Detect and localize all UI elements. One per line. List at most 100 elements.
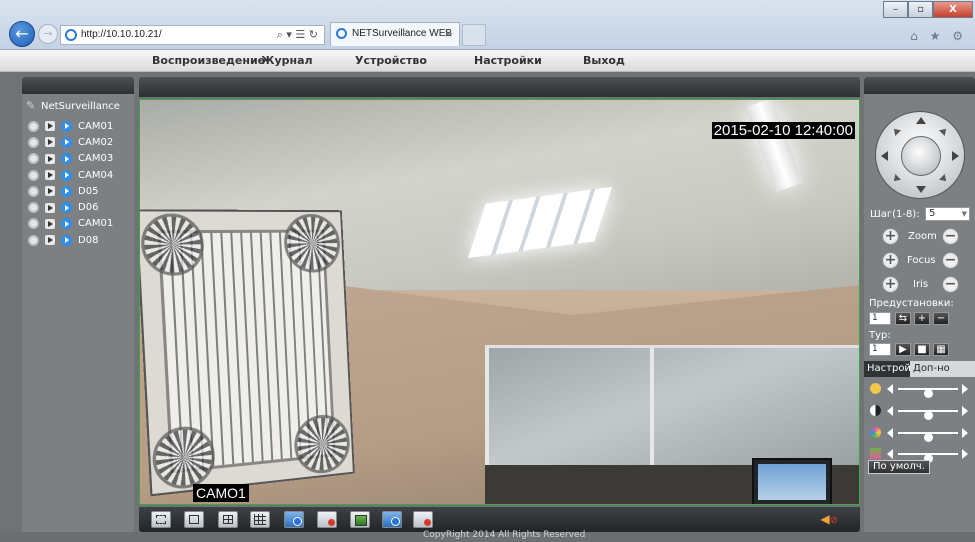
ptz-up-icon[interactable] (916, 117, 926, 124)
record-icon[interactable] (28, 185, 39, 197)
iris-open-button[interactable]: + (882, 276, 899, 293)
tour-input[interactable]: 1 (869, 343, 891, 356)
fullscreen-button[interactable] (151, 511, 171, 528)
ptz-down-right-icon[interactable] (939, 174, 949, 184)
minimize-button[interactable]: – (883, 1, 908, 18)
home-favorites-settings-icons[interactable]: ⌂ ★ ⚙ (910, 29, 967, 43)
slider-track[interactable] (898, 453, 958, 463)
slider-right-icon[interactable] (962, 384, 968, 394)
speaker-muted-icon[interactable]: ◀⊘ (820, 512, 838, 526)
play-icon[interactable] (45, 153, 55, 164)
preset-input[interactable]: 1 (869, 312, 891, 325)
stop-record-button[interactable] (317, 511, 337, 528)
iris-close-button[interactable]: − (942, 276, 959, 293)
tour-play-button[interactable]: ▶ (895, 343, 911, 356)
live-video-view[interactable]: 2015-02-10 12:40:00 CAMO1 (139, 99, 860, 505)
camera-open-icon[interactable] (61, 153, 72, 165)
ptz-right-icon[interactable] (952, 151, 959, 161)
record-icon[interactable] (28, 153, 39, 165)
record-icon[interactable] (28, 136, 39, 148)
play-icon[interactable] (45, 235, 55, 246)
record-icon[interactable] (28, 120, 39, 132)
camera-row[interactable]: CAM02 (28, 134, 113, 150)
camera-row[interactable]: D06 (28, 199, 113, 215)
camera-row[interactable]: CAM01 (28, 118, 113, 134)
ptz-left-icon[interactable] (881, 151, 888, 161)
menu-device[interactable]: Устройство (355, 54, 427, 67)
tour-grid-button[interactable]: ▦ (933, 343, 949, 356)
address-bar[interactable]: http://10.10.10.21/ ⌕ ▾ ☰ ↻ (60, 25, 325, 45)
tab-extra[interactable]: Доп-но (910, 361, 953, 377)
camera-row[interactable]: D05 (28, 183, 113, 199)
search-refresh-icons[interactable]: ⌕ ▾ ☰ ↻ (277, 28, 318, 42)
zoom-out-button[interactable]: − (942, 228, 959, 245)
zoom-in-button[interactable]: + (882, 228, 899, 245)
menu-log[interactable]: Журнал (261, 54, 313, 67)
talk-button[interactable] (382, 511, 402, 528)
camera-open-icon[interactable] (61, 202, 72, 214)
camera-row[interactable]: CAM03 (28, 151, 113, 167)
slider-right-icon[interactable] (962, 449, 968, 459)
snapshot-button[interactable] (350, 511, 370, 528)
ptz-up-right-icon[interactable] (939, 126, 949, 136)
play-icon[interactable] (45, 186, 55, 197)
back-button[interactable]: ← (9, 21, 35, 47)
camera-row[interactable]: CAM04 (28, 167, 113, 183)
tab-close-icon[interactable]: × (444, 27, 453, 40)
ptz-down-left-icon[interactable] (891, 174, 901, 184)
camera-row[interactable]: D08 (28, 232, 113, 248)
slider-thumb[interactable] (924, 433, 933, 442)
play-icon[interactable] (45, 218, 55, 229)
focus-out-button[interactable]: − (942, 252, 959, 269)
device-tree-root[interactable]: ✎ NetSurveillance (26, 100, 120, 112)
camera-open-icon[interactable] (61, 185, 72, 197)
ptz-center-button[interactable] (901, 136, 941, 176)
single-view-button[interactable] (184, 511, 204, 528)
camera-open-icon[interactable] (61, 136, 72, 148)
remove-preset-button[interactable]: − (933, 312, 949, 325)
slider-left-icon[interactable] (887, 428, 893, 438)
browser-tab[interactable]: NETSurveillance WEB × (330, 22, 460, 46)
slider-left-icon[interactable] (887, 449, 893, 459)
tour-stop-button[interactable]: ■ (914, 343, 930, 356)
record-icon[interactable] (28, 218, 39, 230)
hue-slider[interactable] (870, 448, 970, 463)
record-all-button[interactable] (284, 511, 304, 528)
slider-thumb[interactable] (924, 389, 933, 398)
slider-track[interactable] (898, 388, 958, 398)
record-icon[interactable] (28, 169, 39, 181)
camera-open-icon[interactable] (61, 120, 72, 132)
play-icon[interactable] (45, 202, 55, 213)
menu-exit[interactable]: Выход (583, 54, 625, 67)
slider-left-icon[interactable] (887, 384, 893, 394)
maximize-button[interactable]: ▫ (908, 1, 933, 18)
camera-row[interactable]: CAM01 (28, 216, 113, 232)
ptz-direction-pad[interactable] (875, 111, 965, 199)
slider-track[interactable] (898, 432, 958, 442)
menu-playback[interactable]: Воспроизведение (152, 54, 265, 67)
stop-talk-button[interactable] (413, 511, 433, 528)
ptz-down-icon[interactable] (916, 186, 926, 193)
goto-preset-button[interactable]: ⇆ (895, 312, 911, 325)
new-tab-button[interactable] (462, 24, 486, 46)
quad-view-button[interactable] (218, 511, 238, 528)
play-icon[interactable] (45, 137, 55, 148)
ptz-up-left-icon[interactable] (891, 126, 901, 136)
saturation-slider[interactable] (870, 427, 970, 442)
brightness-slider[interactable] (870, 383, 970, 398)
close-window-button[interactable]: X (933, 1, 973, 18)
play-icon[interactable] (45, 121, 55, 132)
forward-button[interactable]: → (38, 24, 58, 44)
step-select[interactable]: 5 (925, 207, 970, 221)
slider-thumb[interactable] (924, 411, 933, 420)
default-settings-button[interactable]: По умолч. (868, 460, 930, 474)
focus-in-button[interactable]: + (882, 252, 899, 269)
record-icon[interactable] (28, 234, 39, 246)
add-preset-button[interactable]: + (914, 312, 930, 325)
play-icon[interactable] (45, 170, 55, 181)
record-icon[interactable] (28, 202, 39, 214)
slider-track[interactable] (898, 410, 958, 420)
slider-left-icon[interactable] (887, 406, 893, 416)
camera-open-icon[interactable] (61, 169, 72, 181)
slider-right-icon[interactable] (962, 406, 968, 416)
